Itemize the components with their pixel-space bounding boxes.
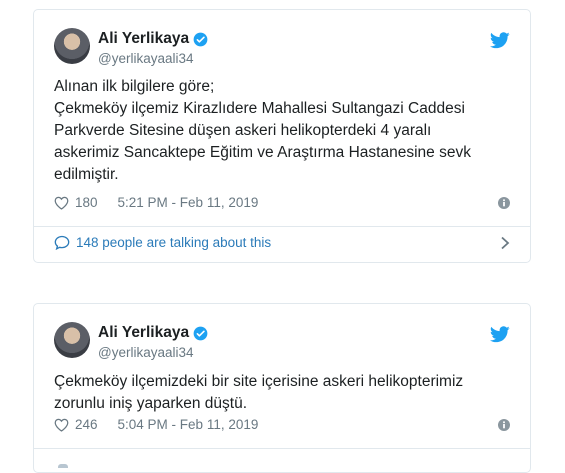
author-row: Ali Yerlikaya <box>98 30 208 48</box>
tweet-meta: 180 5:21 PM - Feb 11, 2019 <box>54 195 510 210</box>
tweet-meta: 246 5:04 PM - Feb 11, 2019 <box>54 417 510 432</box>
author-name[interactable]: Ali Yerlikaya <box>98 30 189 48</box>
speech-bubble-icon <box>54 235 70 250</box>
avatar[interactable] <box>54 28 90 64</box>
conversation-count[interactable]: 148 people are talking about this <box>76 235 271 250</box>
tweet-text-line: edilmiştir. <box>54 166 119 183</box>
tweet-text-line: askerimiz Sancaktepe Eğitim ve Araştırma… <box>54 144 471 161</box>
info-icon[interactable] <box>498 196 510 209</box>
author-row: Ali Yerlikaya <box>98 324 208 342</box>
twitter-bird-icon[interactable] <box>490 326 510 343</box>
divider <box>34 448 530 449</box>
avatar[interactable] <box>54 322 90 358</box>
tweet-text-line: Parkverde Sitesine düşen askeri helikopt… <box>54 122 432 139</box>
heart-icon[interactable] <box>54 418 69 432</box>
tweet-text-line: Alınan ilk bilgilere göre; <box>54 78 215 95</box>
tweet-text-line: zorunlu iniş yaparken düştü. <box>54 395 248 412</box>
verified-badge-icon <box>193 32 208 46</box>
heart-icon[interactable] <box>54 196 69 210</box>
tweet-text-line: Çekmeköy ilçemizdeki bir site içerisine … <box>54 373 464 390</box>
tweet-text: Alınan ilk bilgilere göre; Çekmeköy ilçe… <box>54 76 514 186</box>
author-name[interactable]: Ali Yerlikaya <box>98 324 189 342</box>
conversation-link[interactable]: 148 people are talking about this <box>54 235 510 250</box>
twitter-bird-icon[interactable] <box>490 32 510 49</box>
tweet-timestamp[interactable]: 5:21 PM - Feb 11, 2019 <box>118 195 259 210</box>
verified-badge-icon <box>193 326 208 340</box>
tweet-card[interactable]: Ali Yerlikaya @yerlikayaali34 Alınan ilk… <box>33 9 531 263</box>
tweet-timestamp[interactable]: 5:04 PM - Feb 11, 2019 <box>118 417 259 432</box>
chevron-right-icon[interactable] <box>500 236 510 250</box>
author-handle[interactable]: @yerlikayaali34 <box>98 51 194 66</box>
like-count[interactable]: 246 <box>75 417 98 432</box>
author-handle[interactable]: @yerlikayaali34 <box>98 345 194 360</box>
tweet-card[interactable]: Ali Yerlikaya @yerlikayaali34 Çekmeköy i… <box>33 303 531 473</box>
divider <box>34 226 530 227</box>
info-icon[interactable] <box>498 418 510 431</box>
like-count[interactable]: 180 <box>75 195 98 210</box>
tweet-text: Çekmeköy ilçemizdeki bir site içerisine … <box>54 371 514 415</box>
tweet-text-line: Çekmeköy ilçemiz Kirazlıdere Mahallesi S… <box>54 100 465 117</box>
